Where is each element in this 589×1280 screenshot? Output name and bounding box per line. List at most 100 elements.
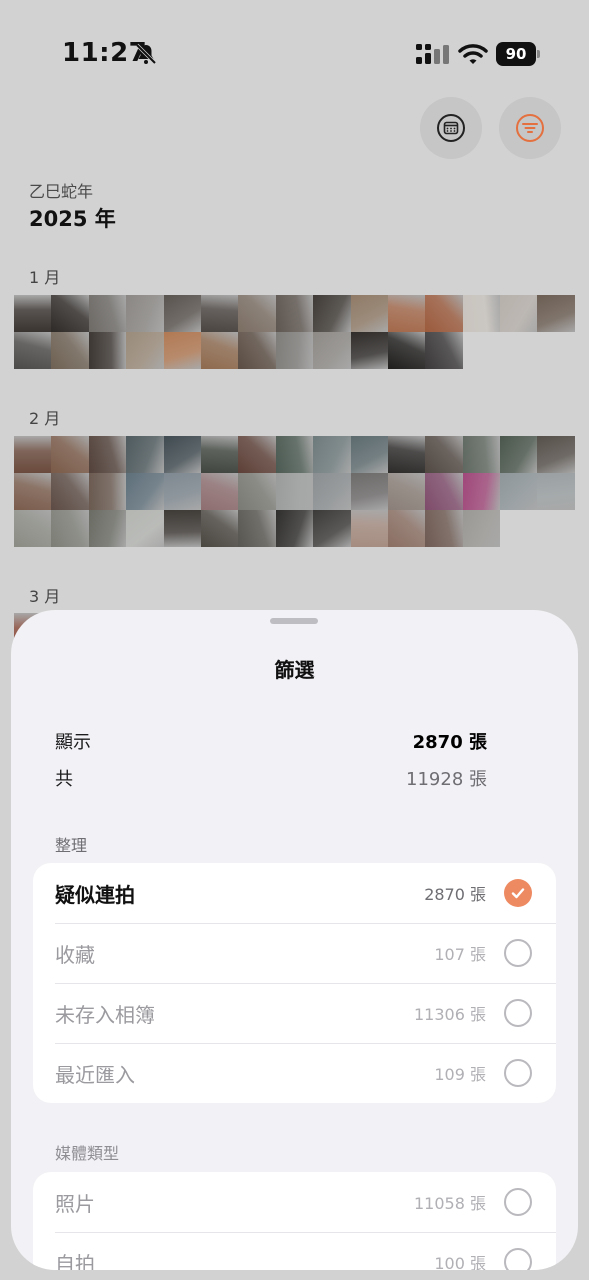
lunar-year-label: 乙巳蛇年 xyxy=(29,182,94,201)
photo-thumbnail[interactable] xyxy=(387,436,426,473)
photo-thumbnail[interactable] xyxy=(425,295,463,332)
photo-thumbnail[interactable] xyxy=(51,436,89,473)
photo-thumbnail[interactable] xyxy=(350,510,388,547)
photo-thumbnail[interactable] xyxy=(200,295,239,332)
photo-thumbnail[interactable] xyxy=(88,510,127,547)
photo-thumbnail[interactable] xyxy=(163,436,201,473)
option-count: 2870 張 xyxy=(424,885,486,904)
photo-thumbnail[interactable] xyxy=(126,510,164,547)
photo-thumbnail[interactable] xyxy=(313,295,351,332)
option-not-in-album[interactable]: 未存入相簿 11306 張 xyxy=(33,983,556,1043)
year-title: 2025 年 xyxy=(29,207,116,231)
photo-thumbnail[interactable] xyxy=(238,332,276,369)
photo-thumbnail[interactable] xyxy=(238,510,276,547)
photo-thumbnail[interactable] xyxy=(238,473,276,510)
option-photos[interactable]: 照片 11058 張 xyxy=(33,1172,556,1232)
wifi-icon xyxy=(458,44,488,64)
photo-thumbnail[interactable] xyxy=(200,473,239,510)
photo-thumbnail[interactable] xyxy=(425,436,463,473)
photo-thumbnail[interactable] xyxy=(313,436,351,473)
photo-thumbnail[interactable] xyxy=(462,510,501,547)
photo-thumbnail[interactable] xyxy=(313,473,351,510)
photo-thumbnail[interactable] xyxy=(163,332,201,369)
photo-thumbnail[interactable] xyxy=(350,295,388,332)
photo-thumbnail[interactable] xyxy=(313,332,351,369)
photo-thumbnail[interactable] xyxy=(14,473,52,510)
photo-thumbnail[interactable] xyxy=(200,510,239,547)
photo-thumbnail[interactable] xyxy=(275,510,314,547)
photo-thumbnail[interactable] xyxy=(51,295,89,332)
option-count: 11306 張 xyxy=(414,1005,486,1024)
photo-thumbnail[interactable] xyxy=(275,332,314,369)
photo-thumbnail[interactable] xyxy=(313,510,351,547)
photo-thumbnail[interactable] xyxy=(462,473,501,510)
photo-thumbnail[interactable] xyxy=(200,332,239,369)
photo-thumbnail xyxy=(500,332,537,369)
photo-thumbnail[interactable] xyxy=(275,436,314,473)
shown-count: 2870 張 xyxy=(412,732,487,753)
photo-thumbnail[interactable] xyxy=(14,510,52,547)
photo-thumbnail[interactable] xyxy=(51,473,89,510)
month-label-feb: 2 月 xyxy=(29,409,61,428)
photo-thumbnail[interactable] xyxy=(350,436,388,473)
photo-thumbnail[interactable] xyxy=(537,295,575,332)
shown-label: 顯示 xyxy=(55,732,91,753)
photo-thumbnail[interactable] xyxy=(425,510,463,547)
checkmark-icon xyxy=(504,879,532,907)
photo-thumbnail[interactable] xyxy=(126,436,164,473)
photo-thumbnail[interactable] xyxy=(51,510,89,547)
photo-thumbnail[interactable] xyxy=(126,295,164,332)
photo-thumbnail[interactable] xyxy=(387,473,426,510)
photo-thumbnail[interactable] xyxy=(275,295,314,332)
photo-thumbnail[interactable] xyxy=(387,332,426,369)
photo-thumbnail[interactable] xyxy=(14,332,52,369)
photo-thumbnail[interactable] xyxy=(425,473,463,510)
photo-thumbnail[interactable] xyxy=(126,473,164,510)
photo-thumbnail[interactable] xyxy=(163,510,201,547)
photo-thumbnail[interactable] xyxy=(500,295,538,332)
option-count: 109 張 xyxy=(434,1065,486,1084)
photo-thumbnail[interactable] xyxy=(462,436,501,473)
photo-thumbnail[interactable] xyxy=(88,436,127,473)
photo-thumbnail[interactable] xyxy=(14,436,52,473)
photo-thumbnail[interactable] xyxy=(387,510,426,547)
calendar-button[interactable] xyxy=(420,97,482,159)
photo-thumbnail[interactable] xyxy=(500,436,538,473)
option-label: 自拍 xyxy=(55,1251,95,1271)
battery-level: 90 xyxy=(496,42,536,66)
option-favorites[interactable]: 收藏 107 張 xyxy=(33,923,556,983)
filter-button[interactable] xyxy=(499,97,561,159)
photo-thumbnail[interactable] xyxy=(500,473,538,510)
photo-thumbnail[interactable] xyxy=(88,295,127,332)
unchecked-circle-icon xyxy=(504,999,532,1027)
signal-icon xyxy=(416,44,449,64)
photo-thumbnail[interactable] xyxy=(275,473,314,510)
photo-thumbnail[interactable] xyxy=(350,473,388,510)
photo-grid-january xyxy=(14,295,575,369)
photo-thumbnail[interactable] xyxy=(88,332,127,369)
photo-thumbnail[interactable] xyxy=(51,332,89,369)
photo-thumbnail[interactable] xyxy=(126,332,164,369)
calendar-icon xyxy=(437,114,465,142)
photo-thumbnail[interactable] xyxy=(163,473,201,510)
photo-thumbnail xyxy=(537,332,574,369)
option-selfies[interactable]: 自拍 100 張 xyxy=(33,1232,556,1270)
photo-thumbnail[interactable] xyxy=(425,332,463,369)
photo-thumbnail[interactable] xyxy=(88,473,127,510)
option-suspected-burst[interactable]: 疑似連拍 2870 張 xyxy=(33,863,556,923)
photo-thumbnail[interactable] xyxy=(350,332,388,369)
option-recently-imported[interactable]: 最近匯入 109 張 xyxy=(33,1043,556,1103)
photo-thumbnail[interactable] xyxy=(238,436,276,473)
photo-thumbnail[interactable] xyxy=(14,295,52,332)
photo-thumbnail[interactable] xyxy=(163,295,201,332)
photo-thumbnail[interactable] xyxy=(200,436,239,473)
month-label-mar: 3 月 xyxy=(29,587,61,606)
month-label-jan: 1 月 xyxy=(29,268,61,287)
photo-thumbnail[interactable] xyxy=(462,295,501,332)
photo-thumbnail[interactable] xyxy=(537,436,575,473)
photo-thumbnail[interactable] xyxy=(387,295,426,332)
sheet-grabber[interactable] xyxy=(270,618,318,624)
photo-thumbnail[interactable] xyxy=(238,295,276,332)
photo-thumbnail[interactable] xyxy=(537,473,575,510)
option-count: 100 張 xyxy=(434,1254,486,1270)
